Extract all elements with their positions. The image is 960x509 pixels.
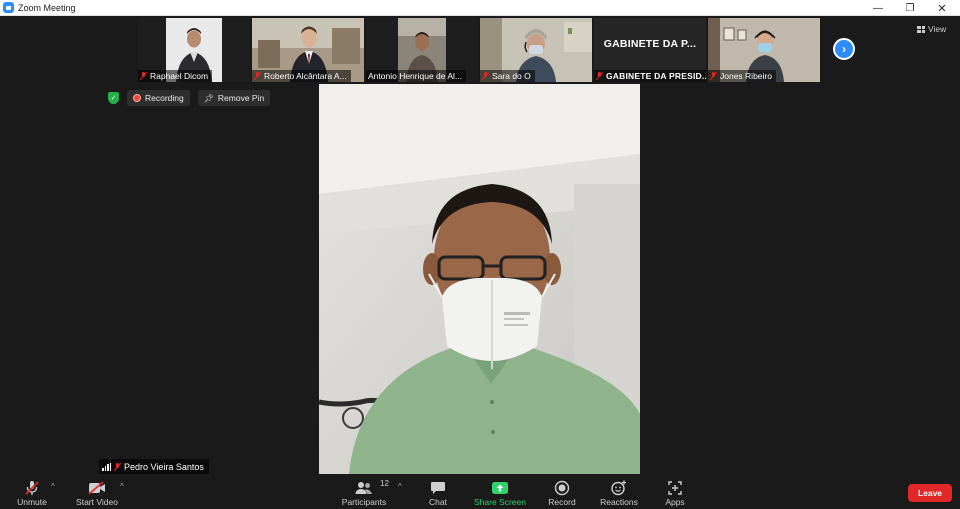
muted-mic-icon xyxy=(710,72,717,80)
participant-name: Sara do O xyxy=(480,70,535,82)
chat-button[interactable]: Chat xyxy=(422,476,454,509)
record-button[interactable]: Record xyxy=(545,476,579,509)
signal-icon xyxy=(102,462,111,471)
audio-options-caret[interactable]: ^ xyxy=(51,482,55,491)
muted-mic-icon xyxy=(482,72,489,80)
view-label: View xyxy=(928,24,947,34)
restore-button[interactable]: ❐ xyxy=(894,0,926,16)
share-screen-button[interactable]: Share Screen xyxy=(472,476,528,509)
participant-placeholder-name: GABINETE DA P... xyxy=(603,38,697,50)
muted-mic-icon xyxy=(254,72,261,80)
apps-icon xyxy=(661,479,689,497)
start-video-button[interactable]: Start Video xyxy=(74,476,120,509)
participant-name: Raphael Dicom xyxy=(138,70,213,82)
share-screen-icon xyxy=(486,479,514,497)
muted-mic-icon xyxy=(18,479,46,497)
participant-tile[interactable]: Jones Ribeiro xyxy=(708,18,820,82)
participants-count: 12 xyxy=(380,479,389,488)
participant-name-text: Sara do O xyxy=(492,71,531,81)
close-button[interactable]: ✕ xyxy=(926,0,958,16)
participants-icon: 12 xyxy=(350,479,389,497)
reactions-icon xyxy=(605,479,633,497)
remove-pin-button[interactable]: 📌︎ Remove Pin xyxy=(197,90,271,106)
participant-strip: Raphael Dicom Roberto Alcântara A... Ant… xyxy=(138,18,820,82)
participant-tile[interactable]: Sara do O xyxy=(480,18,592,82)
minimize-button[interactable]: — xyxy=(862,0,894,16)
participants-label: Participants xyxy=(341,497,387,507)
meeting-stage: Raphael Dicom Roberto Alcântara A... Ant… xyxy=(0,16,960,476)
grid-view-icon xyxy=(917,25,925,33)
video-off-icon xyxy=(83,479,111,497)
view-button[interactable]: View xyxy=(917,24,946,34)
participant-name-text: Raphael Dicom xyxy=(150,71,209,81)
participant-tile[interactable]: Antonio Henrique de Al... xyxy=(366,18,478,82)
participants-button[interactable]: 12 Participants xyxy=(340,476,389,509)
muted-mic-icon xyxy=(140,72,147,80)
participant-name-text: GABINETE DA PRESID... xyxy=(606,71,706,81)
meeting-toolbar: Unmute ^ Start Video ^ 12 Participants ^… xyxy=(0,476,960,509)
participant-name: Antonio Henrique de Al... xyxy=(366,70,467,82)
chat-label: Chat xyxy=(429,497,447,507)
apps-label: Apps xyxy=(665,497,685,507)
video-options-caret[interactable]: ^ xyxy=(120,482,124,491)
recording-dot-icon xyxy=(133,94,141,102)
zoom-app-icon xyxy=(3,2,14,13)
unmute-button[interactable]: Unmute xyxy=(14,476,50,509)
participant-name-text: Antonio Henrique de Al... xyxy=(368,71,463,81)
meeting-status-row: ✓ Recording 📌︎ Remove Pin xyxy=(108,90,271,106)
unmute-label: Unmute xyxy=(17,497,47,507)
window-titlebar: Zoom Meeting xyxy=(0,0,960,16)
participant-name-text: Roberto Alcântara A... xyxy=(264,71,347,81)
participants-options-caret[interactable]: ^ xyxy=(398,482,402,491)
pinned-video xyxy=(319,84,640,474)
muted-mic-icon xyxy=(114,462,121,471)
participant-tile[interactable]: Raphael Dicom xyxy=(138,18,250,82)
record-label: Record xyxy=(548,497,576,507)
apps-button[interactable]: Apps xyxy=(662,476,688,509)
speaker-video xyxy=(319,84,640,474)
share-screen-label: Share Screen xyxy=(474,497,526,507)
start-video-label: Start Video xyxy=(76,497,118,507)
participant-name: Roberto Alcântara A... xyxy=(252,70,351,82)
chevron-right-icon: › xyxy=(842,42,846,56)
next-page-button[interactable]: › xyxy=(833,38,855,60)
participant-name: GABINETE DA PRESID... xyxy=(594,70,706,82)
pin-icon: 📌︎ xyxy=(203,93,214,103)
active-speaker-label: Pedro Vieira Santos xyxy=(99,459,209,474)
participant-tile[interactable]: Roberto Alcântara A... xyxy=(252,18,364,82)
muted-mic-icon xyxy=(596,72,603,80)
participant-name: Jones Ribeiro xyxy=(708,70,776,82)
participant-tile[interactable]: GABINETE DA P... GABINETE DA PRESID... xyxy=(594,18,706,82)
recording-indicator[interactable]: Recording xyxy=(127,90,190,106)
shield-icon[interactable]: ✓ xyxy=(108,92,119,104)
remove-pin-label: Remove Pin xyxy=(217,93,265,103)
window-title: Zoom Meeting xyxy=(18,2,76,13)
recording-label: Recording xyxy=(145,93,184,103)
leave-button[interactable]: Leave xyxy=(908,484,952,502)
reactions-label: Reactions xyxy=(600,497,638,507)
record-icon xyxy=(548,479,576,497)
active-speaker-name: Pedro Vieira Santos xyxy=(124,461,204,472)
participant-name-text: Jones Ribeiro xyxy=(720,71,772,81)
reactions-button[interactable]: Reactions xyxy=(598,476,640,509)
chat-icon xyxy=(424,479,452,497)
